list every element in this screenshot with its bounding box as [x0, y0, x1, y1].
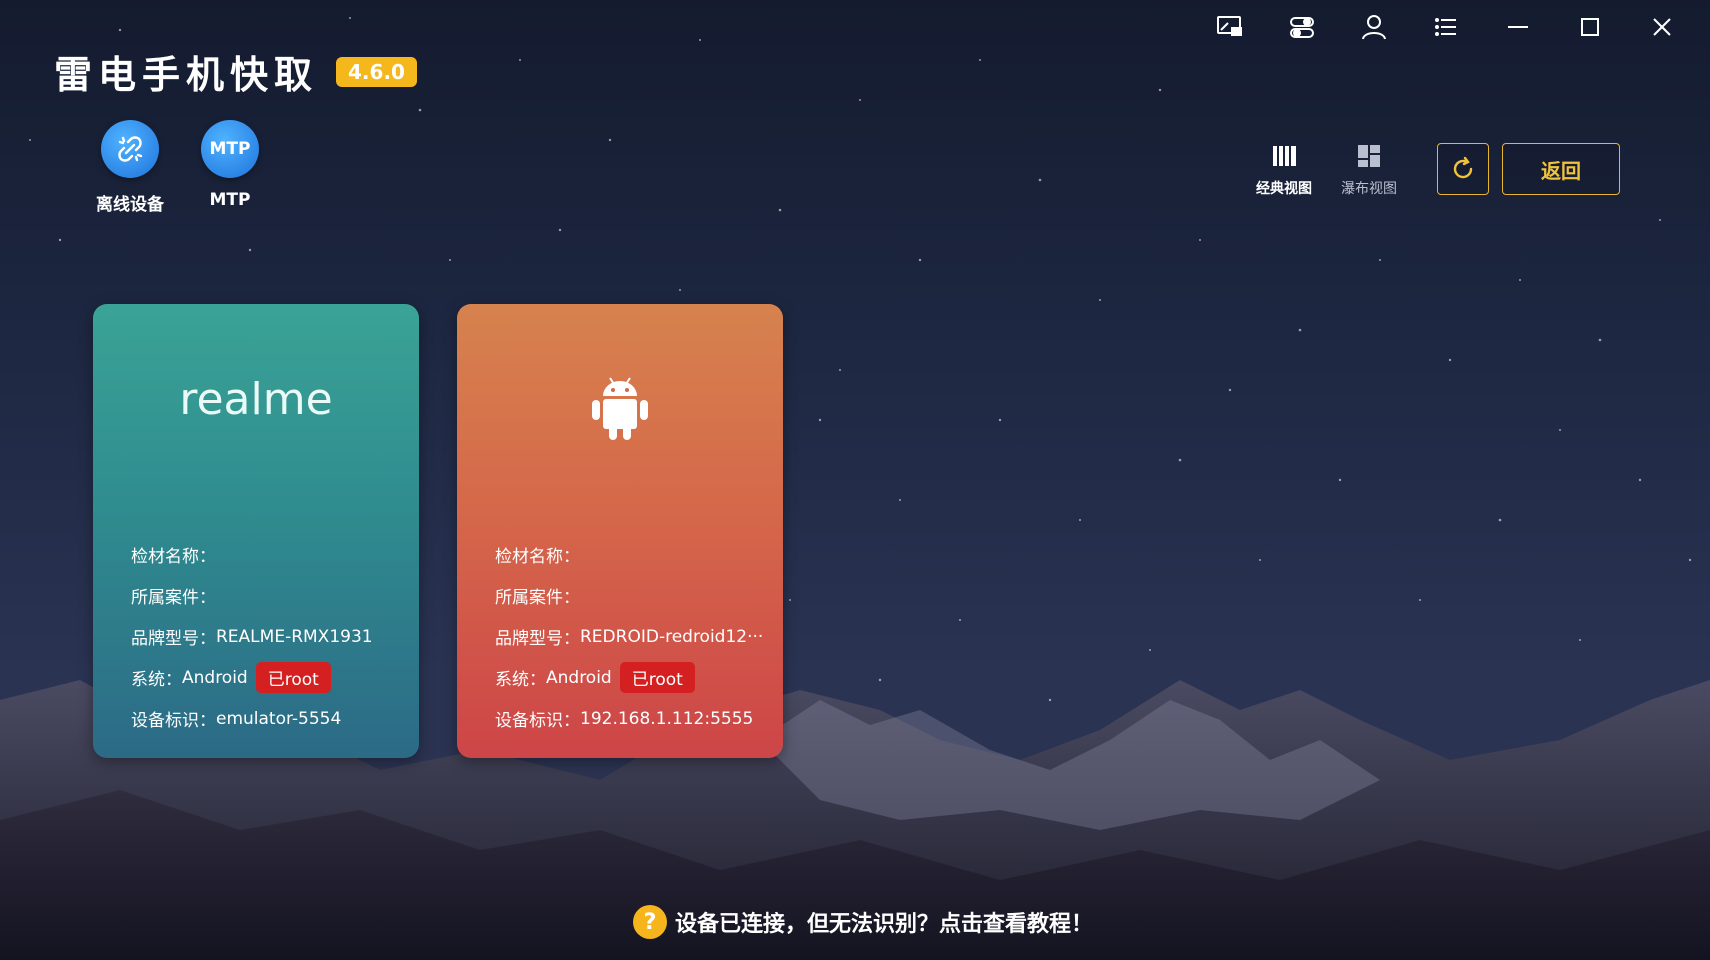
device-case-row: 所属案件： — [495, 575, 769, 616]
close-button[interactable] — [1626, 8, 1698, 46]
device-name-label: 检材名称： — [495, 547, 580, 567]
device-card-realme[interactable]: realme 检材名称： 所属案件： 品牌型号： REALME-RMX1931 … — [93, 304, 419, 758]
device-card-redroid[interactable]: 检材名称： 所属案件： 品牌型号： REDROID-redroid12··· 系… — [457, 304, 783, 758]
title-row: 雷电手机快取 4.6.0 — [54, 44, 417, 99]
back-button[interactable]: 返回 — [1502, 143, 1620, 195]
maximize-icon — [1581, 18, 1599, 36]
brand-logo: realme — [93, 374, 419, 425]
app-title: 雷电手机快取 — [54, 53, 319, 97]
device-model-row: 品牌型号： REALME-RMX1931 — [131, 616, 405, 657]
close-icon — [1653, 18, 1671, 36]
device-system-row: 系统： Android 已root — [495, 657, 769, 698]
waterfall-view-label: 瀑布视图 — [1341, 181, 1397, 197]
user-button[interactable] — [1338, 8, 1410, 46]
question-icon: ? — [633, 905, 667, 939]
device-case-label: 所属案件： — [495, 588, 580, 608]
device-info: 检材名称： 所属案件： 品牌型号： REDROID-redroid12··· 系… — [495, 534, 769, 739]
realme-logo: realme — [179, 374, 333, 425]
refresh-button[interactable] — [1437, 143, 1489, 195]
app-window: 雷电手机快取 4.6.0 离线设备 MTP MTP 经典视图 瀑布视图 返回 r… — [0, 0, 1710, 960]
device-id-label: 设备标识： — [131, 711, 216, 731]
mtp-icon-circle: MTP — [201, 120, 259, 178]
version-badge: 4.6.0 — [336, 56, 417, 87]
device-case-label: 所属案件： — [131, 588, 216, 608]
menu-icon — [1435, 18, 1456, 36]
screen-cast-icon — [1217, 16, 1242, 36]
maximize-button[interactable] — [1554, 8, 1626, 46]
device-model-value: REALME-RMX1931 — [216, 626, 373, 647]
help-text: 设备已连接，但无法识别？点击查看教程！ — [675, 912, 1094, 937]
unlink-icon — [118, 136, 143, 162]
mtp-label: MTP — [209, 190, 251, 210]
device-name-row: 检材名称： — [495, 534, 769, 575]
device-system-value: Android — [182, 667, 248, 688]
waterfall-view-button[interactable]: 瀑布视图 — [1329, 142, 1409, 198]
root-badge: 已root — [619, 662, 695, 693]
android-icon — [592, 377, 648, 440]
device-model-label: 品牌型号： — [495, 629, 580, 649]
brand-logo — [457, 374, 783, 444]
minimize-icon — [1508, 26, 1528, 28]
device-id-row: 设备标识： 192.168.1.112:5555 — [495, 698, 769, 739]
toggle-settings-icon — [1290, 17, 1314, 38]
classic-view-button[interactable]: 经典视图 — [1244, 142, 1324, 198]
device-system-label: 系统： — [495, 670, 546, 690]
offline-device-icon-circle — [101, 120, 159, 178]
refresh-icon — [1453, 156, 1473, 179]
device-case-row: 所属案件： — [131, 575, 405, 616]
device-system-label: 系统： — [131, 670, 182, 690]
classic-view-icon — [1273, 146, 1296, 166]
mtp-icon: MTP — [209, 139, 251, 159]
device-id-row: 设备标识： emulator-5554 — [131, 698, 405, 739]
mtp-button[interactable]: MTP MTP — [180, 120, 280, 210]
device-system-value: Android — [546, 667, 612, 688]
device-model-label: 品牌型号： — [131, 629, 216, 649]
device-id-value: 192.168.1.112:5555 — [580, 708, 754, 729]
toggle-settings-button[interactable] — [1266, 8, 1338, 46]
help-tutorial-link[interactable]: ? 设备已连接，但无法识别？点击查看教程！ — [633, 905, 1093, 939]
root-badge: 已root — [255, 662, 331, 693]
offline-device-label: 离线设备 — [96, 195, 164, 215]
device-id-label: 设备标识： — [495, 711, 580, 731]
device-info: 检材名称： 所属案件： 品牌型号： REALME-RMX1931 系统： And… — [131, 534, 405, 739]
menu-button[interactable] — [1410, 8, 1482, 46]
screen-cast-button[interactable] — [1194, 8, 1266, 46]
offline-device-button[interactable]: 离线设备 — [80, 120, 180, 215]
device-name-row: 检材名称： — [131, 534, 405, 575]
device-model-value: REDROID-redroid12··· — [580, 626, 764, 647]
device-model-row: 品牌型号： REDROID-redroid12··· — [495, 616, 769, 657]
user-icon — [1362, 15, 1386, 40]
classic-view-label: 经典视图 — [1256, 181, 1312, 197]
window-controls — [1194, 8, 1698, 46]
device-id-value: emulator-5554 — [216, 708, 342, 729]
minimize-button[interactable] — [1482, 8, 1554, 46]
device-name-label: 检材名称： — [131, 547, 216, 567]
device-system-row: 系统： Android 已root — [131, 657, 405, 698]
waterfall-view-icon — [1358, 145, 1380, 167]
